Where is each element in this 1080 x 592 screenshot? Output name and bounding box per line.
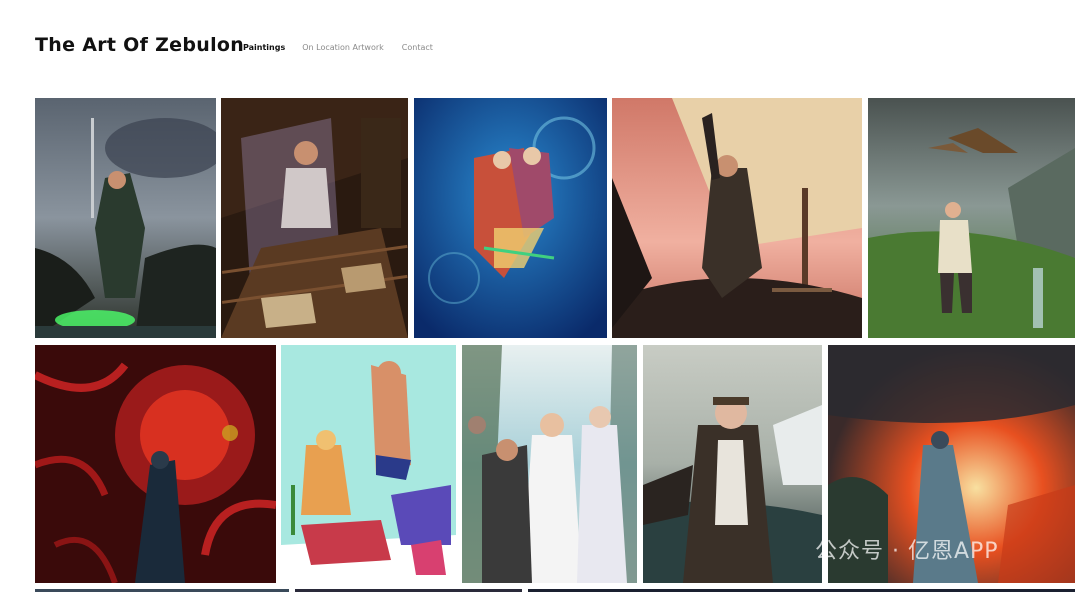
painting-retro-poster bbox=[281, 345, 456, 583]
painting-thumbnail-warrior-wolves[interactable] bbox=[35, 98, 216, 338]
painting-tentacles bbox=[35, 345, 276, 583]
painting-thumbnail-aviator[interactable] bbox=[643, 345, 822, 583]
painting-thumbnail-tentacles[interactable] bbox=[35, 345, 276, 583]
watermark-text: 公众号 · 亿恩APP bbox=[815, 539, 999, 564]
painting-sorcerers bbox=[414, 98, 607, 338]
painting-falconer bbox=[868, 98, 1075, 338]
painting-gallery bbox=[0, 0, 1080, 592]
painting-sailor-ship bbox=[612, 98, 862, 338]
painting-thumbnail-retro-poster[interactable] bbox=[281, 345, 456, 583]
painting-wedding bbox=[462, 345, 637, 583]
painting-thumbnail-sorcerers[interactable] bbox=[414, 98, 607, 338]
painting-thumbnail-sailor-ship[interactable] bbox=[612, 98, 862, 338]
painting-aviator bbox=[643, 345, 822, 583]
painting-reader-study bbox=[221, 98, 408, 338]
painting-thumbnail-falconer[interactable] bbox=[868, 98, 1075, 338]
painting-thumbnail-wedding[interactable] bbox=[462, 345, 637, 583]
painting-thumbnail-reader-study[interactable] bbox=[221, 98, 408, 338]
painting-warrior-wolves bbox=[35, 98, 216, 338]
